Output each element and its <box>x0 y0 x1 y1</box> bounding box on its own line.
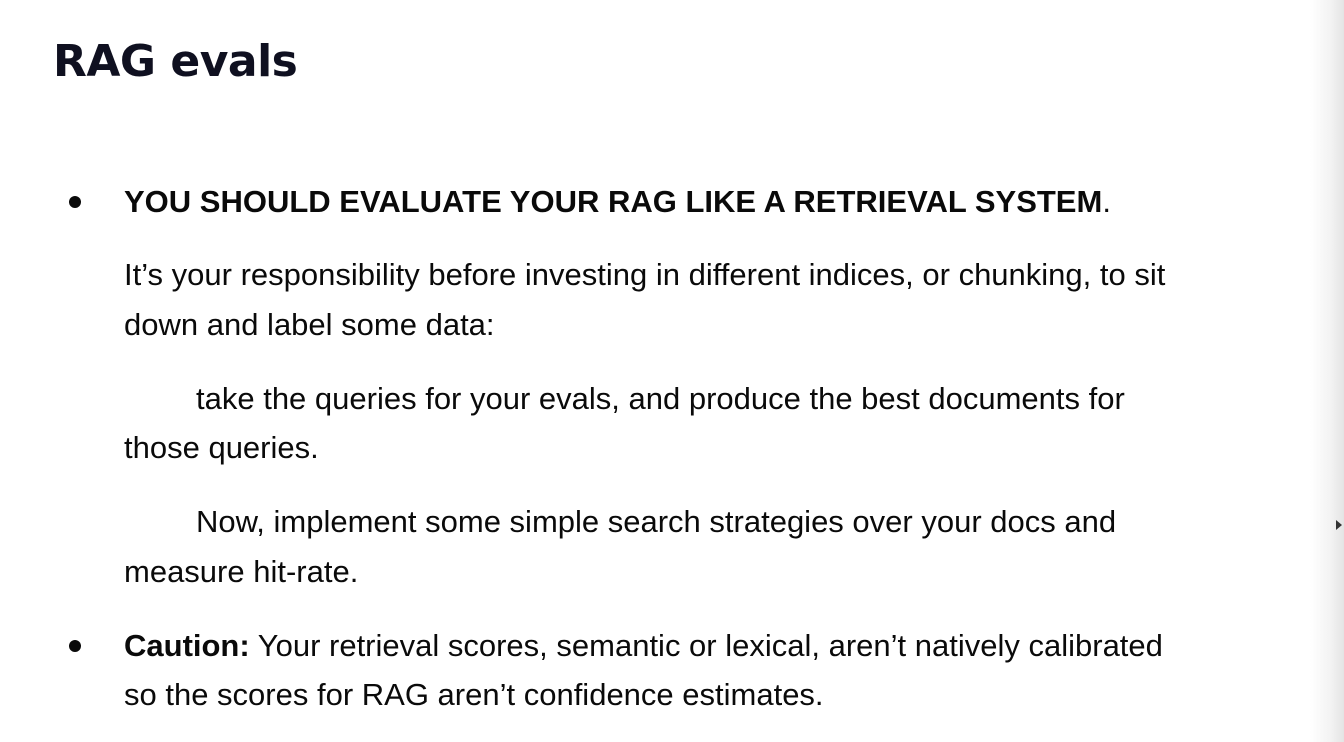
bullet-dot <box>69 640 81 652</box>
paragraph-line: down and label some data: <box>124 307 495 342</box>
bullet-heading: YOU SHOULD EVALUATE YOUR RAG LIKE A RETR… <box>124 184 1103 219</box>
paragraph-line: those queries. <box>124 430 319 465</box>
caution-text: Your retrieval scores, semantic or lexic… <box>249 628 1163 663</box>
paragraph-line: Now, implement some simple search strate… <box>196 504 1117 539</box>
cursor-icon <box>1336 520 1342 530</box>
caution-label: Caution: <box>124 628 250 663</box>
right-edge-shade <box>1310 0 1344 742</box>
slide: RAG evals YOU SHOULD EVALUATE YOUR RAG L… <box>0 0 1344 742</box>
paragraph-line: It’s your responsibility before investin… <box>124 257 1166 292</box>
bullet-heading-line: YOU SHOULD EVALUATE YOUR RAG LIKE A RETR… <box>124 183 1111 221</box>
paragraph-line: take the queries for your evals, and pro… <box>196 381 1125 416</box>
caution-line: Caution: Your retrieval scores, semantic… <box>124 627 1163 665</box>
slide-title: RAG evals <box>53 36 298 87</box>
bullet-heading-suffix: . <box>1102 184 1111 219</box>
bullet-dot <box>69 196 81 208</box>
paragraph-line: measure hit-rate. <box>124 554 359 589</box>
paragraph-line: so the scores for RAG aren’t confidence … <box>124 677 824 712</box>
